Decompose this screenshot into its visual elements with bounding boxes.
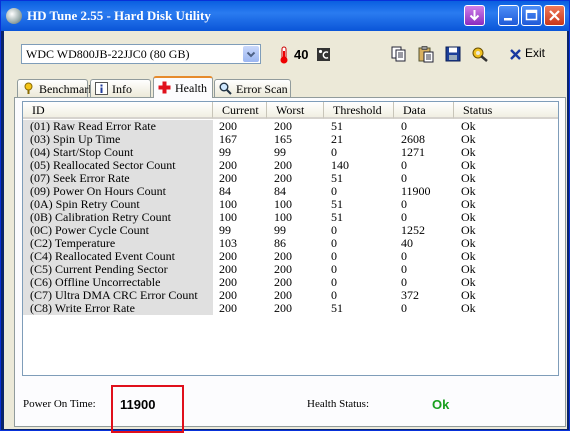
paste-icon[interactable]	[417, 45, 435, 63]
exit-label: Exit	[525, 46, 546, 60]
magnifier-icon	[219, 82, 232, 95]
list-header: ID Current Worst Threshold Data Status	[23, 102, 558, 120]
close-button[interactable]	[544, 5, 565, 26]
cell-id: (C8) Write Error Rate	[23, 302, 213, 315]
tab-error-scan-label: Error Scan	[236, 82, 288, 96]
app-window: HD Tune 2.55 - Hard Disk Utility WDC WD8…	[0, 0, 570, 433]
title-bar[interactable]: HD Tune 2.55 - Hard Disk Utility	[1, 1, 569, 31]
window-title: HD Tune 2.55 - Hard Disk Utility	[27, 8, 211, 23]
tab-error-scan[interactable]: Error Scan	[214, 79, 291, 97]
save-icon[interactable]	[444, 45, 462, 63]
col-header-worst[interactable]: Worst	[267, 102, 324, 119]
tab-info[interactable]: Info	[90, 79, 151, 97]
chevron-down-icon[interactable]	[243, 46, 259, 62]
hd-tune-app-icon	[6, 8, 22, 24]
tab-benchmark[interactable]: Benchmark	[17, 79, 94, 97]
smart-attribute-list[interactable]: ID Current Worst Threshold Data Status (…	[22, 101, 559, 376]
benchmark-icon	[24, 82, 33, 94]
col-header-threshold[interactable]: Threshold	[324, 102, 394, 119]
status-area: Power On Time: 11900 Health Status: Ok	[15, 383, 567, 433]
maximize-icon	[525, 9, 538, 21]
cell-data: 0	[401, 301, 407, 315]
close-icon	[549, 10, 560, 21]
power-on-time-value: 11900	[120, 397, 156, 412]
toolbar: WDC WD800JB-22JJC0 (80 GB) 40 Exit	[4, 31, 567, 76]
thermometer-icon	[280, 46, 288, 64]
health-status-value: Ok	[432, 397, 450, 412]
maximize-button[interactable]	[521, 5, 542, 26]
tab-strip: Benchmark Info Health Error Scan	[17, 76, 567, 98]
cell-status: Ok	[461, 301, 476, 315]
table-row[interactable]: (C8) Write Error Rate 200 200 51 0 Ok	[23, 302, 558, 315]
celsius-unit-icon[interactable]	[317, 48, 330, 61]
cell-current: 200	[219, 301, 237, 315]
drive-select[interactable]: WDC WD800JB-22JJC0 (80 GB)	[21, 44, 261, 64]
health-cross-icon	[158, 81, 171, 94]
tab-benchmark-label: Benchmark	[39, 82, 95, 96]
tab-health[interactable]: Health	[153, 76, 213, 98]
drive-select-value: WDC WD800JB-22JJC0 (80 GB)	[26, 47, 190, 61]
cell-threshold: 51	[331, 301, 343, 315]
cell-worst: 200	[274, 301, 292, 315]
health-panel: ID Current Worst Threshold Data Status (…	[14, 97, 567, 433]
tab-info-label: Info	[112, 82, 132, 96]
power-on-time-label: Power On Time:	[23, 398, 96, 410]
health-status-label: Health Status:	[307, 398, 370, 410]
minimize-icon	[504, 18, 512, 21]
copy-icon[interactable]	[390, 45, 408, 63]
col-header-data[interactable]: Data	[394, 102, 454, 119]
col-header-current[interactable]: Current	[213, 102, 267, 119]
client-area: WDC WD800JB-22JJC0 (80 GB) 40 Exit Bench…	[4, 31, 567, 433]
exit-x-icon	[510, 49, 521, 60]
col-header-status[interactable]: Status	[454, 102, 558, 119]
info-icon	[95, 82, 108, 95]
options-icon[interactable]	[471, 45, 489, 63]
minimize-button[interactable]	[498, 5, 519, 26]
tray-down-button[interactable]	[464, 5, 485, 26]
tab-health-label: Health	[175, 81, 207, 95]
down-arrow-icon	[469, 10, 480, 21]
col-header-id[interactable]: ID	[23, 102, 213, 119]
temperature-value: 40	[294, 47, 309, 62]
